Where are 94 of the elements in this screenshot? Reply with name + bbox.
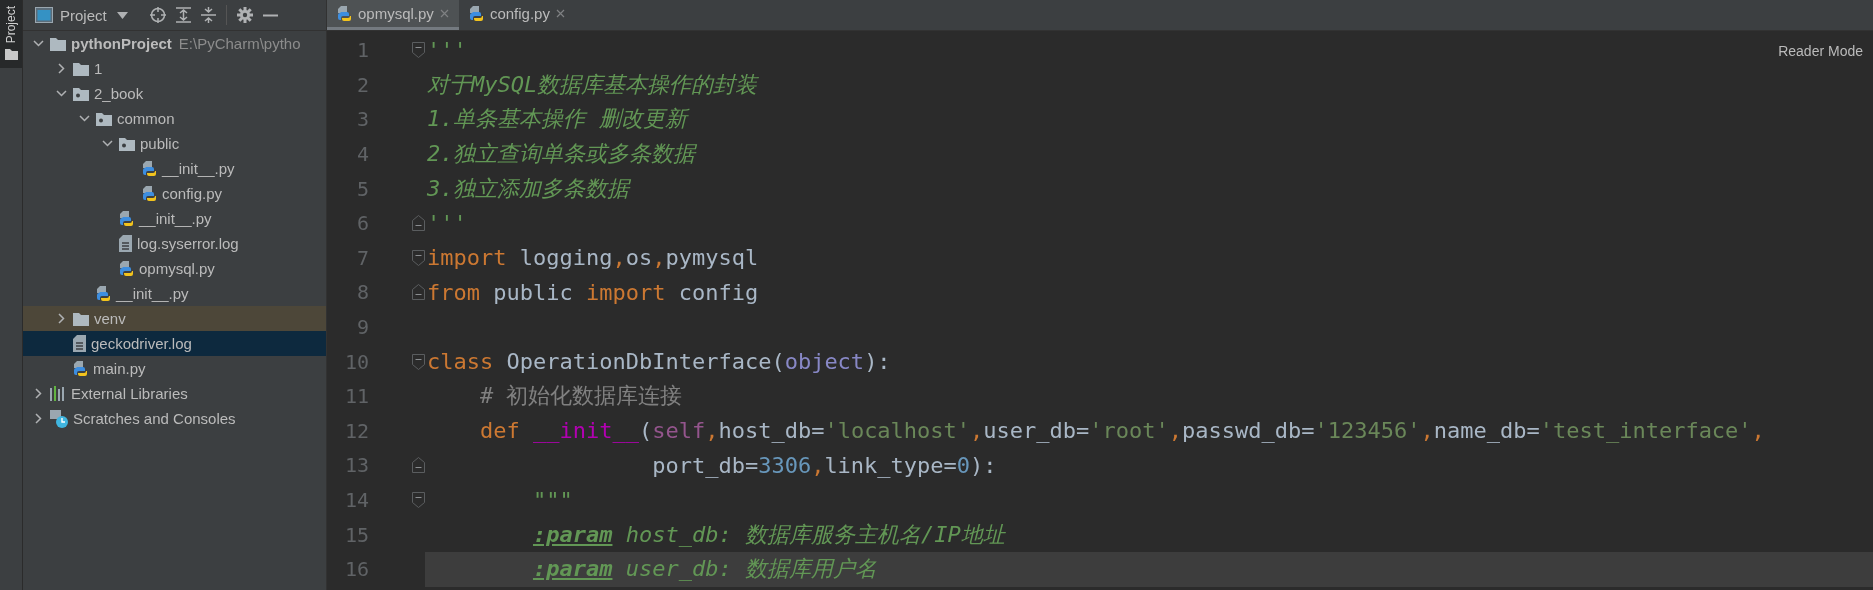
project-window-icon [35,7,53,23]
code-line: import logging,os,pymysql [426,245,759,271]
code-line: ''' [426,37,467,63]
line-number: 3 [355,107,369,132]
panel-title: Project [60,6,107,24]
scratch-clock-icon [50,409,68,428]
chevron-down-icon[interactable] [55,90,67,97]
file-item[interactable]: opmysql.py [23,256,326,281]
file-item[interactable]: __init__.py [23,156,326,181]
line-number: 8 [355,280,369,305]
folder-icon [73,61,89,76]
dropdown-caret-icon[interactable] [116,11,128,19]
locate-crosshair-icon[interactable] [149,7,166,23]
chevron-right-icon[interactable] [34,388,42,399]
line-number: 11 [343,384,369,409]
chevron-down-icon[interactable] [101,140,113,147]
text-file-icon [119,235,132,252]
fold-marker-icon[interactable] [412,42,425,59]
file-item[interactable]: log.syserror.log [23,231,326,256]
fold-marker-icon[interactable] [412,284,425,301]
chevron-down-icon[interactable] [78,115,90,122]
file-item[interactable]: __init__.py [23,206,326,231]
folder-item[interactable]: 2_book [23,81,326,106]
chevron-down-icon[interactable] [32,40,44,47]
project-root-item[interactable]: pythonProject E:\PyCharm\pytho [23,31,326,56]
folder-item[interactable]: 1 [23,56,326,81]
code-line: :param host_db: 数据库服务主机名/IP地址 [531,520,1005,549]
scratches-item[interactable]: Scratches and Consoles [23,406,326,431]
file-item[interactable]: geckodriver.log [23,331,326,356]
code-line: :param user_db: 数据库用户名 [531,555,877,584]
editor-tab[interactable]: config.py [458,0,575,30]
package-folder-icon [96,111,112,126]
line-number: 10 [343,349,369,374]
python-file-icon [96,285,111,302]
chevron-right-icon[interactable] [57,313,65,324]
python-file-icon [142,185,157,202]
code-line: """ [531,487,573,513]
line-number: 7 [355,245,369,270]
folder-icon [4,49,18,61]
folder-icon [50,36,66,51]
fold-marker-icon[interactable] [412,457,425,474]
python-file-icon [119,210,134,227]
line-number: 5 [355,176,369,201]
line-number: 15 [343,522,369,547]
text-file-icon [73,335,86,352]
reader-mode-link[interactable]: Reader Mode [1778,43,1863,59]
python-file-icon [337,5,352,22]
line-number: 2 [355,72,369,97]
code-line: # 初始化数据库连接 [478,382,683,411]
fold-marker-icon[interactable] [412,492,425,508]
python-file-icon [468,5,484,22]
line-number: 6 [355,211,369,236]
line-number: 4 [355,142,369,167]
folder-item[interactable]: venv [23,306,326,331]
editor-tab[interactable]: opmysql.py [327,0,459,30]
code-line: 对于MySQL数据库基本操作的封装 [426,70,758,99]
code-line: port_db=3306,link_type=0): [651,452,997,478]
close-icon[interactable] [555,9,565,18]
file-item[interactable]: main.py [23,356,326,381]
expand-all-icon[interactable] [175,7,191,23]
folder-icon [73,311,89,326]
minimize-icon[interactable] [262,13,278,17]
line-number: 12 [343,418,369,443]
file-item[interactable]: __init__.py [23,281,326,306]
project-path: E:\PyCharm\pytho [178,35,301,52]
settings-icon[interactable] [236,7,253,23]
code-line: 2.独立查询单条或多条数据 [426,140,696,169]
python-file-icon [142,160,157,177]
code-line: 3.独立添加多条数据 [426,174,630,203]
fold-marker-icon[interactable] [412,215,425,232]
python-file-icon [119,260,134,277]
line-number: 16 [343,557,369,582]
package-folder-icon [119,136,135,151]
code-line: ''' [426,210,467,236]
file-item[interactable]: config.py [23,181,326,206]
folder-item[interactable]: common [23,106,326,131]
code-line: def __init__(self,host_db='localhost',user_db='root',passwd_db='123456',name_db='test_interface', [478,418,1765,444]
package-folder-icon [73,86,89,101]
collapse-all-icon[interactable] [200,7,216,23]
chevron-right-icon[interactable] [34,413,42,424]
libraries-item[interactable]: External Libraries [23,381,326,406]
code-line: class OperationDbInterface(object): [426,349,891,375]
project-tool-button[interactable]: Project [0,0,22,69]
line-number: 9 [355,315,369,340]
line-number: 1 [355,38,369,63]
line-number: 13 [343,453,369,478]
code-line: from public import config [426,279,759,305]
python-file-icon [73,360,88,377]
folder-item[interactable]: public [23,131,326,156]
bar-chart-icon [50,386,66,401]
fold-marker-icon[interactable] [412,249,425,266]
chevron-right-icon[interactable] [57,63,65,74]
fold-marker-icon[interactable] [412,353,425,370]
line-number: 14 [343,488,369,512]
